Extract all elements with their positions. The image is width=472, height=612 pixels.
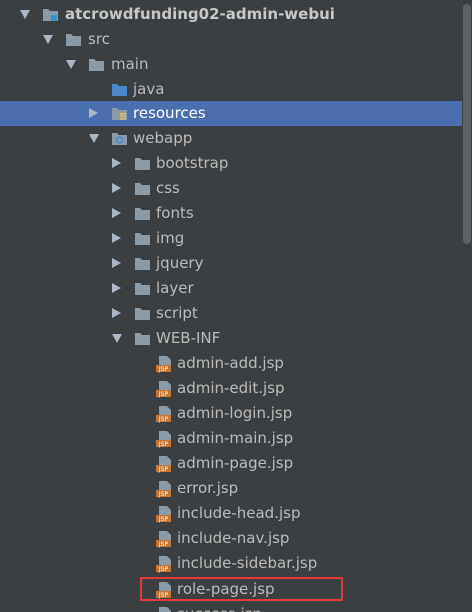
folder-icon bbox=[134, 155, 151, 172]
tree-node-label: include-head.jsp bbox=[177, 504, 301, 522]
tree-node-folder[interactable]: jquery bbox=[0, 251, 462, 276]
tree-node-java[interactable]: java bbox=[0, 77, 462, 102]
tree-node-label: admin-edit.jsp bbox=[177, 379, 285, 397]
folder-icon bbox=[134, 330, 151, 347]
tree-node-label: WEB-INF bbox=[156, 329, 221, 347]
highlight-annotation-box bbox=[140, 577, 343, 601]
folder-icon bbox=[134, 230, 151, 247]
tree-node-label: bootstrap bbox=[156, 154, 229, 172]
jsp-badge-text: JSP bbox=[158, 541, 169, 548]
web-folder-icon bbox=[111, 130, 128, 147]
jsp-badge-text: JSP bbox=[158, 491, 169, 498]
tree-node-label: success.jsp bbox=[177, 602, 262, 612]
jsp-badge-text: JSP bbox=[158, 416, 169, 423]
collapse-arrow-icon[interactable] bbox=[112, 308, 121, 318]
tree-node-folder[interactable]: img bbox=[0, 226, 462, 251]
expand-arrow-icon[interactable] bbox=[20, 10, 30, 19]
tree-node-jsp-file[interactable]: JSP include-sidebar.jsp bbox=[0, 551, 462, 576]
folder-icon bbox=[134, 280, 151, 297]
tree-node-jsp-file[interactable]: JSP admin-page.jsp bbox=[0, 451, 462, 476]
tree-node-jsp-file[interactable]: JSP include-head.jsp bbox=[0, 501, 462, 526]
jsp-badge-text: JSP bbox=[158, 366, 169, 373]
tree-node-resources[interactable]: resources bbox=[0, 101, 462, 126]
tree-node-label: include-nav.jsp bbox=[177, 529, 290, 547]
tree-node-label: script bbox=[156, 304, 198, 322]
jsp-badge-text: JSP bbox=[158, 466, 169, 473]
source-folder-icon bbox=[111, 81, 128, 98]
expand-arrow-icon[interactable] bbox=[66, 60, 76, 69]
resources-folder-icon bbox=[111, 105, 128, 122]
tree-node-project[interactable]: atcrowdfunding02-admin-webui bbox=[0, 2, 462, 27]
folder-icon bbox=[134, 205, 151, 222]
collapse-arrow-icon[interactable] bbox=[89, 108, 98, 118]
folder-icon bbox=[65, 31, 82, 48]
tree-node-src[interactable]: src bbox=[0, 27, 462, 52]
tree-node-label: img bbox=[156, 229, 185, 247]
tree-node-folder[interactable]: layer bbox=[0, 276, 462, 301]
jsp-file-icon: JSP bbox=[155, 480, 172, 498]
collapse-arrow-icon[interactable] bbox=[112, 283, 121, 293]
project-tree-panel: atcrowdfunding02-admin-webui src main ja… bbox=[0, 0, 472, 612]
tree-node-webinf[interactable]: WEB-INF bbox=[0, 326, 462, 351]
tree-node-jsp-file[interactable]: JSP admin-login.jsp bbox=[0, 401, 462, 426]
tree-node-label: src bbox=[88, 30, 110, 48]
tree-node-jsp-file[interactable]: JSP admin-edit.jsp bbox=[0, 376, 462, 401]
tree-node-label: layer bbox=[156, 279, 194, 297]
tree-node-label: admin-page.jsp bbox=[177, 454, 294, 472]
tree-node-webapp[interactable]: webapp bbox=[0, 126, 462, 151]
tree-node-jsp-file[interactable]: JSP error.jsp bbox=[0, 476, 462, 501]
jsp-badge-text: JSP bbox=[158, 566, 169, 573]
tree-node-label: java bbox=[133, 80, 165, 98]
tree-node-label: webapp bbox=[133, 129, 193, 147]
folder-icon bbox=[134, 180, 151, 197]
tree-node-jsp-file[interactable]: JSP success.jsp bbox=[0, 602, 462, 612]
tree-node-label: atcrowdfunding02-admin-webui bbox=[65, 5, 335, 23]
jsp-badge-text: JSP bbox=[158, 516, 169, 523]
tree-node-label: fonts bbox=[156, 204, 194, 222]
scrollbar-thumb[interactable] bbox=[463, 4, 471, 244]
tree-node-label: admin-main.jsp bbox=[177, 429, 294, 447]
tree-node-folder[interactable]: bootstrap bbox=[0, 151, 462, 176]
collapse-arrow-icon[interactable] bbox=[112, 208, 121, 218]
jsp-file-icon: JSP bbox=[155, 530, 172, 548]
tree-node-label: main bbox=[111, 55, 149, 73]
jsp-file-icon: JSP bbox=[155, 430, 172, 448]
tree-node-jsp-file[interactable]: JSP include-nav.jsp bbox=[0, 526, 462, 551]
tree-node-label: resources bbox=[133, 104, 206, 122]
tree-node-folder[interactable]: css bbox=[0, 176, 462, 201]
tree-node-label: error.jsp bbox=[177, 479, 239, 497]
jsp-badge-text: JSP bbox=[158, 391, 169, 398]
jsp-file-icon: JSP bbox=[155, 355, 172, 373]
jsp-file-icon: JSP bbox=[155, 455, 172, 473]
folder-icon bbox=[134, 305, 151, 322]
tree-node-jsp-file[interactable]: JSP admin-add.jsp bbox=[0, 351, 462, 376]
jsp-badge-text: JSP bbox=[158, 441, 169, 448]
jsp-file-icon: JSP bbox=[155, 380, 172, 398]
tree-node-label: admin-add.jsp bbox=[177, 354, 284, 372]
collapse-arrow-icon[interactable] bbox=[112, 158, 121, 168]
jsp-file-icon: JSP bbox=[155, 555, 172, 573]
module-folder-icon bbox=[42, 6, 59, 23]
tree-node-label: css bbox=[156, 179, 180, 197]
jsp-file-icon: JSP bbox=[155, 505, 172, 523]
tree-node-main[interactable]: main bbox=[0, 52, 462, 77]
tree-node-folder[interactable]: script bbox=[0, 301, 462, 326]
tree-node-label: admin-login.jsp bbox=[177, 404, 293, 422]
expand-arrow-icon[interactable] bbox=[112, 334, 122, 343]
folder-icon bbox=[88, 56, 105, 73]
folder-icon bbox=[134, 255, 151, 272]
collapse-arrow-icon[interactable] bbox=[112, 258, 121, 268]
collapse-arrow-icon[interactable] bbox=[112, 183, 121, 193]
tree-node-jsp-file[interactable]: JSP admin-main.jsp bbox=[0, 426, 462, 451]
jsp-file-icon: JSP bbox=[155, 606, 172, 612]
tree-node-label: include-sidebar.jsp bbox=[177, 554, 318, 572]
tree-node-label: jquery bbox=[156, 254, 204, 272]
jsp-file-icon: JSP bbox=[155, 405, 172, 423]
expand-arrow-icon[interactable] bbox=[43, 35, 53, 44]
tree-node-folder[interactable]: fonts bbox=[0, 201, 462, 226]
expand-arrow-icon[interactable] bbox=[89, 134, 99, 143]
collapse-arrow-icon[interactable] bbox=[112, 233, 121, 243]
